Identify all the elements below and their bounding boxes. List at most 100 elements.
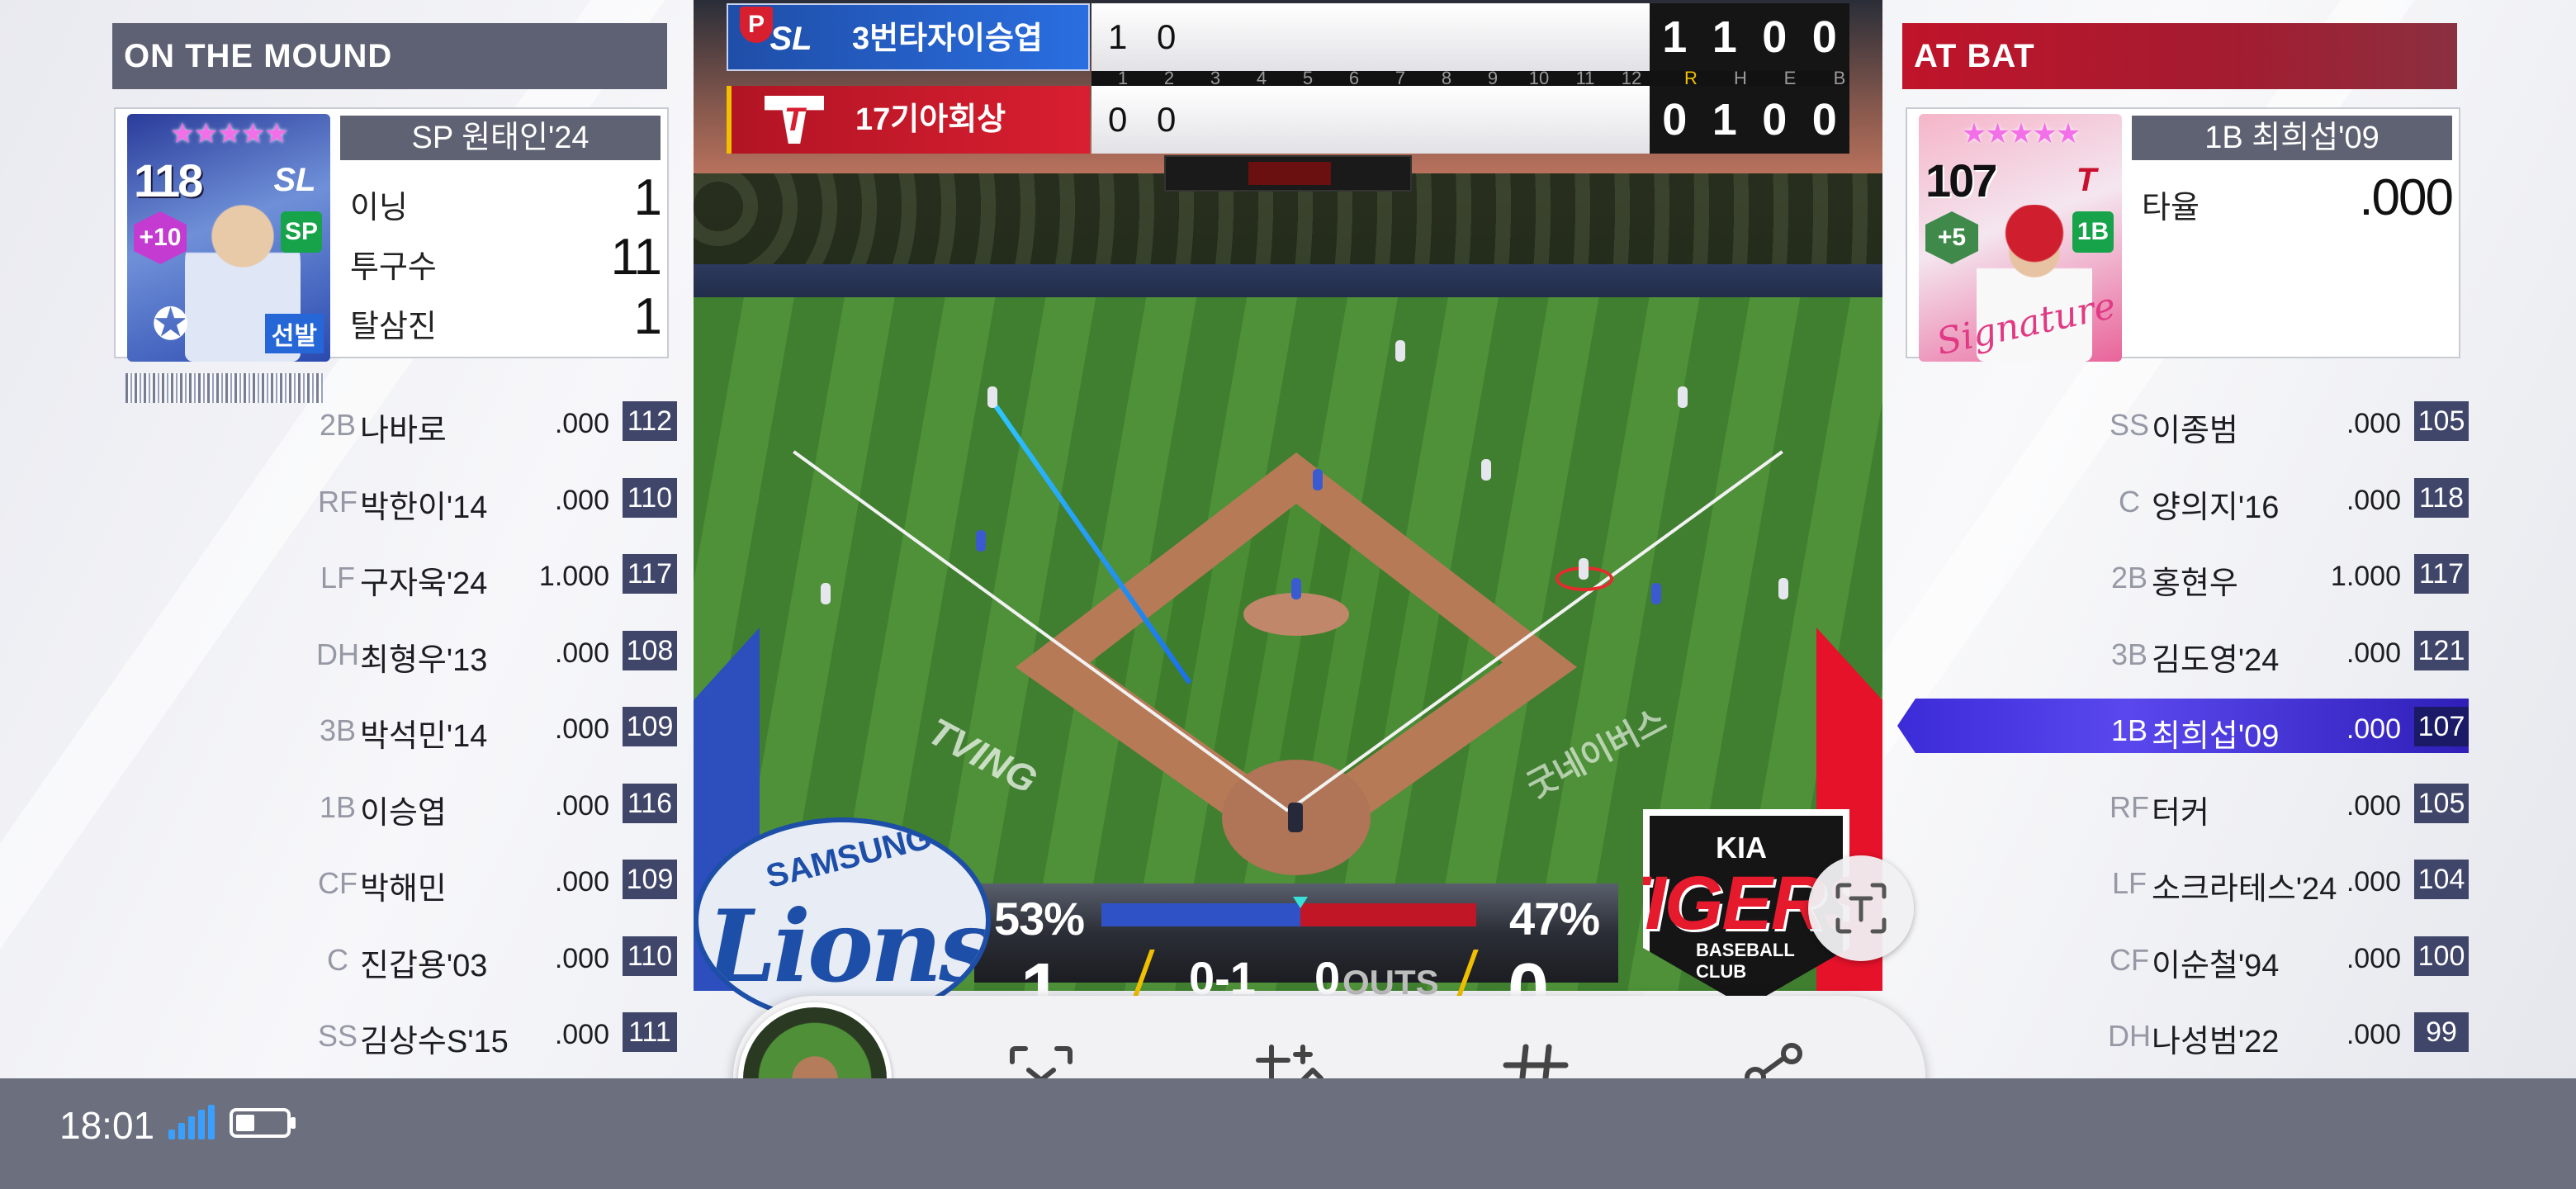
home-walks: 0 [1811,95,1837,144]
lineup-position: C [2119,484,2140,519]
lineup-row-current-batter[interactable]: 1B 최희섭'09 .000 107 [2107,705,2470,754]
inning-column-label: 6 [1348,68,1360,88]
lineup-player-name: 이순철'94 [2152,948,2280,983]
inning-column-label: 1 [1117,68,1129,88]
inning-column-label: 3 [1210,68,1221,88]
inning-column-label: 4 [1256,68,1267,88]
stat-value: 1 [633,288,663,345]
lineup-row[interactable]: DH 나성범'22 .000 99 [2107,1011,2470,1059]
fielder [976,530,986,552]
lineup-player-name: 진갑용'03 [360,948,488,983]
lineup-average: .000 [554,713,609,745]
lineup-row[interactable]: CF 이순철'94 .000 100 [2107,935,2470,983]
lineup-row[interactable]: SS 김상수S'15 .000 111 [315,1011,679,1059]
inning-column-header: 1 2 3 4 5 6 7 8 9 10 11 12 R H E B [1091,68,1849,88]
inning-column-label: 7 [1395,68,1406,88]
fielder [987,386,997,408]
home-team-row: T 17기아회상 [727,86,1090,154]
lions-logo-top-text: SAMSUNG [762,818,935,896]
inning-column-label: 2 [1163,68,1175,88]
lineup-overall: 105 [2414,401,2469,441]
pitcher-stat-pitches: 투구수 11 [350,228,662,286]
fielder [1651,583,1661,604]
lineup-average: .000 [2346,637,2401,669]
lineup-average: .000 [554,1019,609,1050]
lineup-average: .000 [2346,484,2401,516]
lineup-row[interactable]: 1B 이승엽 .000 116 [315,782,679,831]
lineup-player-name: 박해민 [360,872,447,907]
lineup-row[interactable]: LF 구자욱'24 1.000 117 [315,552,679,601]
lineup-position: 1B [2110,713,2148,747]
lineup-overall: 104 [2414,860,2469,899]
lineup-row[interactable]: C 양의지'16 .000 118 [2107,476,2470,525]
lineup-overall: 109 [623,707,677,746]
lineup-overall: 110 [623,936,677,976]
status-bar [0,1078,2576,1189]
game-scoreboard: SL P 3번타자이승엽 1 0 1 1 0 0 1 2 3 4 5 6 7 8 9 10 11 12… [727,3,1849,157]
broadcast-strip: 53% 47% 1 0-1 0 OUTS 0 SAMSUNG Lions KIA… [694,809,1882,1031]
position-badge: 1B [2072,211,2114,253]
text-extract-button[interactable] [1808,855,1914,961]
inning-column-label: 11 [1575,68,1595,88]
fielder [1481,459,1491,481]
lineup-position: 3B [319,713,357,747]
away-team-row: SL P 3번타자이승엽 [727,3,1090,71]
pitcher-card-image: ★★★★★ 118 SL +10 SP ✪ 선발 [127,114,330,362]
batter-card[interactable]: ★★★★★ 107 T +5 1B Signature 1B 최희섭'09 타율… [1906,107,2460,362]
lineup-row[interactable]: LF 소크라테스'24 .000 104 [2107,858,2470,907]
lineup-row[interactable]: 3B 김도영'24 .000 121 [2107,629,2470,678]
lineup-overall: 116 [623,783,677,823]
inning-column-label: E [1783,68,1797,88]
lineup-position: LF [2111,866,2147,900]
lineup-player-name: 홍현우 [2152,566,2238,601]
fielder [1678,386,1688,408]
enhance-badge: +5 [1925,211,1978,264]
lineup-position: RF [318,484,358,519]
lineup-row[interactable]: C 진갑용'03 .000 110 [315,935,679,983]
starter-tag: 선발 [264,314,324,353]
lineup-player-name: 최형우'13 [360,642,488,678]
lineup-row[interactable]: 2B 나바로 .000 112 [315,400,679,448]
pitcher-stat-strikeouts: 탈삼진 1 [350,287,663,345]
lineup-average: .000 [554,789,609,822]
fielder [1579,558,1589,580]
card-stars: ★★★★★ [169,118,289,149]
lineup-average: .000 [554,484,609,516]
lineup-row[interactable]: 3B 박석민'14 .000 109 [315,705,679,754]
inning-column-label: H [1734,68,1747,88]
pitcher-card[interactable]: ★★★★★ 118 SL +10 SP ✪ 선발 SP 원태인'24 이닝 1 … [114,107,669,362]
away-probability-bar [1101,903,1300,926]
lineup-row[interactable]: 2B 홍현우 1.000 117 [2107,552,2470,601]
stat-label: 이닝 [350,191,408,225]
lineup-overall: 108 [623,630,677,670]
lineup-player-name: 터커 [2152,795,2209,831]
lineup-row[interactable]: SS 이종범 .000 105 [2107,400,2470,448]
home-hits: 1 [1712,95,1737,144]
umpire [1778,578,1788,599]
tigers-logo-sub-text: BASEBALL CLUB [1696,940,1795,982]
home-runs: 0 [1662,95,1688,144]
stat-value: 1 [633,169,663,226]
lineup-average: .000 [554,866,609,898]
status-clock: 18:01 [59,1104,155,1147]
stadium-scoreboard [1164,155,1412,192]
lineup-row[interactable]: RF 터커 .000 105 [2107,782,2470,831]
lineup-row[interactable]: RF 박한이'14 .000 110 [315,476,679,525]
umpire [821,583,831,604]
inning-column-label: 12 [1621,68,1642,88]
lineup-average: .000 [2346,408,2401,439]
catcher-figure [1288,803,1303,832]
lineup-position: CF [318,866,358,900]
inning-column-label: B [1833,68,1846,88]
signal-bars-icon [168,1105,215,1139]
pitcher-stat-innings: 이닝 1 [350,168,663,226]
inning-column-label: 10 [1528,68,1550,88]
stat-value: .000 [2359,169,2454,226]
lineup-player-name: 이승엽 [360,795,447,831]
lineup-row[interactable]: DH 최형우'13 .000 108 [315,629,679,678]
pitcher-figure [1291,578,1301,599]
stat-label: 탈삼진 [350,310,437,344]
lineup-position: 3B [2110,637,2148,671]
lineup-row[interactable]: CF 박해민 .000 109 [315,858,679,907]
lineup-overall: 118 [2414,477,2469,518]
